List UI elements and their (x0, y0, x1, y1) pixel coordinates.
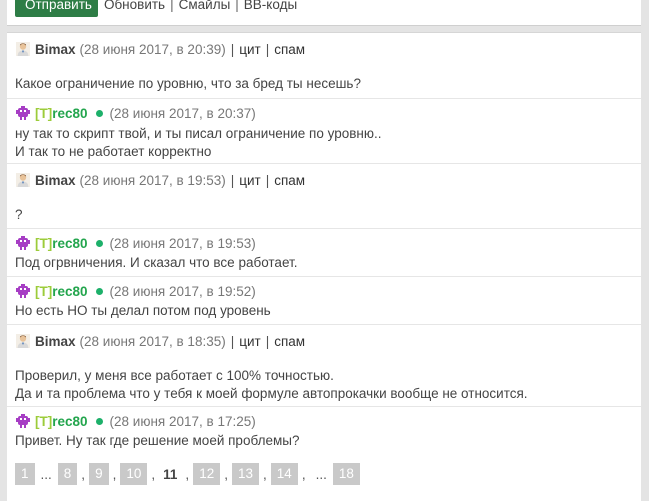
author-name[interactable]: [T]rec80 (35, 236, 88, 251)
message-header: [T]rec80 (28 июня 2017, в 19:52) (15, 283, 256, 299)
message-text: Какое ограничение по уровню, что за бред… (15, 76, 361, 91)
message-date: (28 июня 2017, в 19:52) (109, 283, 256, 299)
user-avatar-icon (16, 173, 30, 187)
message-form-panel: Отправить Обновить | Смайлы | BB-коды (7, 0, 641, 26)
quote-link[interactable]: цит (239, 334, 260, 349)
separator: | (235, 0, 239, 12)
pagination: 1 ... 8 , 9 , 10 , 11 , 12 , 13 , 14 , .… (15, 463, 360, 485)
message-text: Привет. Ну так где решение моей проблемы… (15, 433, 300, 448)
page-link-13[interactable]: 13 (231, 463, 260, 485)
online-status-icon (95, 239, 103, 247)
page-link-8[interactable]: 8 (57, 463, 78, 485)
page-link-9[interactable]: 9 (89, 463, 109, 485)
online-status-icon (95, 417, 103, 425)
message-date: (28 июня 2017, в 19:53) (109, 235, 256, 251)
message-header: Bimax (28 июня 2017, в 20:39) | цит | сп… (15, 41, 305, 57)
user-avatar-icon (16, 334, 30, 348)
user-avatar-icon (16, 42, 30, 56)
chat-message: [T]rec80 (28 июня 2017, в 17:25) Привет.… (7, 407, 641, 457)
message-header: [T]rec80 (28 июня 2017, в 17:25) (15, 413, 256, 429)
message-text: Проверил, у меня все работает с 100% точ… (15, 368, 334, 383)
spam-link[interactable]: спам (274, 334, 305, 349)
message-date: (28 июня 2017, в 20:39) (79, 41, 226, 57)
chat-message: Bimax (28 июня 2017, в 18:35) | цит | сп… (7, 325, 641, 407)
message-date: (28 июня 2017, в 18:35) (79, 333, 226, 349)
message-header: Bimax (28 июня 2017, в 18:35) | цит | сп… (15, 333, 305, 349)
author-name[interactable]: Bimax (35, 42, 76, 57)
message-date: (28 июня 2017, в 20:37) (109, 105, 256, 121)
message-date: (28 июня 2017, в 17:25) (109, 413, 256, 429)
message-header: Bimax (28 июня 2017, в 19:53) | цит | сп… (15, 172, 305, 188)
quote-link[interactable]: цит (239, 42, 260, 57)
message-text: И так то не работает корректно (15, 144, 212, 159)
chat-messages-panel: Bimax (28 июня 2017, в 20:39) | цит | сп… (7, 32, 641, 501)
pagination-ellipsis: ... (315, 466, 327, 482)
message-header: [T]rec80 (28 июня 2017, в 19:53) (15, 235, 256, 251)
moderator-avatar-icon (16, 414, 30, 428)
smiles-link[interactable]: Смайлы (179, 0, 231, 12)
page-link-18[interactable]: 18 (332, 463, 360, 485)
message-header: [T]rec80 (28 июня 2017, в 20:37) (15, 105, 256, 121)
chat-message: [T]rec80 (28 июня 2017, в 20:37) ну так … (7, 99, 641, 164)
message-date: (28 июня 2017, в 19:53) (79, 172, 226, 188)
page-link-1[interactable]: 1 (15, 463, 35, 485)
online-status-icon (95, 109, 103, 117)
message-text: Но есть НО ты делал потом под уровень (15, 303, 271, 318)
chat-message: Bimax (28 июня 2017, в 20:39) | цит | сп… (7, 33, 641, 99)
author-name[interactable]: Bimax (35, 173, 76, 188)
chat-message: [T]rec80 (28 июня 2017, в 19:53) Под огр… (7, 229, 641, 277)
author-name[interactable]: [T]rec80 (35, 414, 88, 429)
chat-message: [T]rec80 (28 июня 2017, в 19:52) Но есть… (7, 277, 641, 325)
message-text: ну так то скрипт твой, и ты писал ограни… (15, 126, 382, 141)
page-link-12[interactable]: 12 (193, 463, 221, 485)
send-button[interactable]: Отправить (15, 0, 98, 17)
moderator-avatar-icon (16, 284, 30, 298)
page-link-14[interactable]: 14 (270, 463, 298, 485)
chat-message: Bimax (28 июня 2017, в 19:53) | цит | сп… (7, 164, 641, 229)
message-text: Да и та проблема что у тебя к моей форму… (15, 386, 528, 401)
spam-link[interactable]: спам (274, 173, 305, 188)
author-name[interactable]: Bimax (35, 334, 76, 349)
quote-link[interactable]: цит (239, 173, 260, 188)
pagination-ellipsis: ... (40, 466, 52, 482)
author-name[interactable]: [T]rec80 (35, 106, 88, 121)
message-text: ? (15, 207, 23, 222)
refresh-link[interactable]: Обновить (104, 0, 165, 12)
spam-link[interactable]: спам (274, 42, 305, 57)
form-toolbar: Отправить Обновить | Смайлы | BB-коды (15, 0, 297, 17)
author-name[interactable]: [T]rec80 (35, 284, 88, 299)
bbcodes-link[interactable]: BB-коды (244, 0, 297, 12)
moderator-avatar-icon (16, 106, 30, 120)
page-link-10[interactable]: 10 (120, 463, 148, 485)
separator: | (170, 0, 174, 12)
current-page: 11 (163, 466, 178, 482)
online-status-icon (95, 287, 103, 295)
moderator-avatar-icon (16, 236, 30, 250)
message-text: Под огрвничения. И сказал что все работа… (15, 255, 298, 270)
